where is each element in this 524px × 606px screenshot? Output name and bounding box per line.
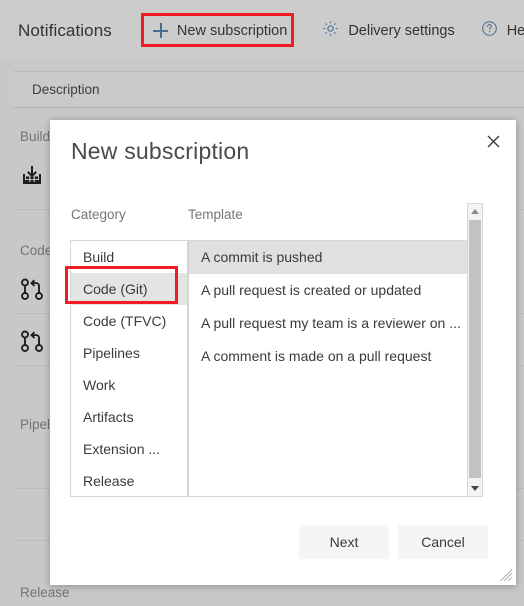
category-item-build[interactable]: Build [71,241,187,273]
new-subscription-button[interactable]: New subscription [146,17,296,45]
category-item-release[interactable]: Release [71,465,187,496]
delivery-settings-button[interactable]: Delivery settings [322,20,455,41]
bg-group-label-code: Code [20,243,53,258]
category-item-artifacts[interactable]: Artifacts [71,401,187,433]
category-column-label: Category [71,207,126,222]
plus-icon [152,23,168,38]
pull-request-icon-2 [18,327,46,355]
category-item-code-tfvc[interactable]: Code (TFVC) [71,305,187,337]
question-circle-icon [481,20,498,41]
page-title: Notifications [18,20,112,40]
gear-icon [322,20,339,41]
category-item-code-git[interactable]: Code (Git) [71,273,187,305]
template-item-pr-comment[interactable]: A comment is made on a pull request [189,340,470,373]
category-listbox[interactable]: Build Code (Git) Code (TFVC) Pipelines W… [70,240,188,497]
bg-group-label-release: Release [20,585,70,600]
scrollbar-thumb[interactable] [469,220,481,478]
bg-group-label-build: Build [20,129,51,144]
template-item-pr-created[interactable]: A pull request is created or updated [189,274,470,307]
new-subscription-dialog: New subscription Category Template Build… [50,120,516,585]
description-column-header: Description [14,71,524,108]
cancel-button[interactable]: Cancel [398,525,488,559]
scroll-down-arrow-icon[interactable] [468,481,482,496]
scroll-up-arrow-icon[interactable] [468,204,482,219]
resize-grip-icon[interactable] [500,569,513,582]
delivery-settings-label: Delivery settings [348,22,455,39]
category-item-work[interactable]: Work [71,369,187,401]
help-button[interactable]: Help [481,20,524,41]
page-toolbar: Notifications New subscription Delivery … [0,0,524,61]
template-item-pr-team-reviewer[interactable]: A pull request my team is a reviewer on … [189,307,470,340]
new-subscription-label: New subscription [176,22,288,39]
template-list-scrollbar[interactable] [467,203,483,497]
build-icon [18,162,46,190]
category-item-extension[interactable]: Extension ... [71,433,187,465]
next-button[interactable]: Next [299,525,389,559]
category-item-pipelines[interactable]: Pipelines [71,337,187,369]
triangle-down-icon [471,486,479,491]
template-item-commit-pushed[interactable]: A commit is pushed [189,241,470,274]
help-label: Help [506,22,524,39]
template-column-label: Template [188,207,243,222]
template-listbox[interactable]: A commit is pushed A pull request is cre… [188,240,470,497]
triangle-up-icon [471,209,479,214]
pull-request-icon-1 [18,275,46,303]
description-header-label: Description [32,82,100,97]
close-icon[interactable] [478,126,508,156]
dialog-title: New subscription [71,138,250,164]
